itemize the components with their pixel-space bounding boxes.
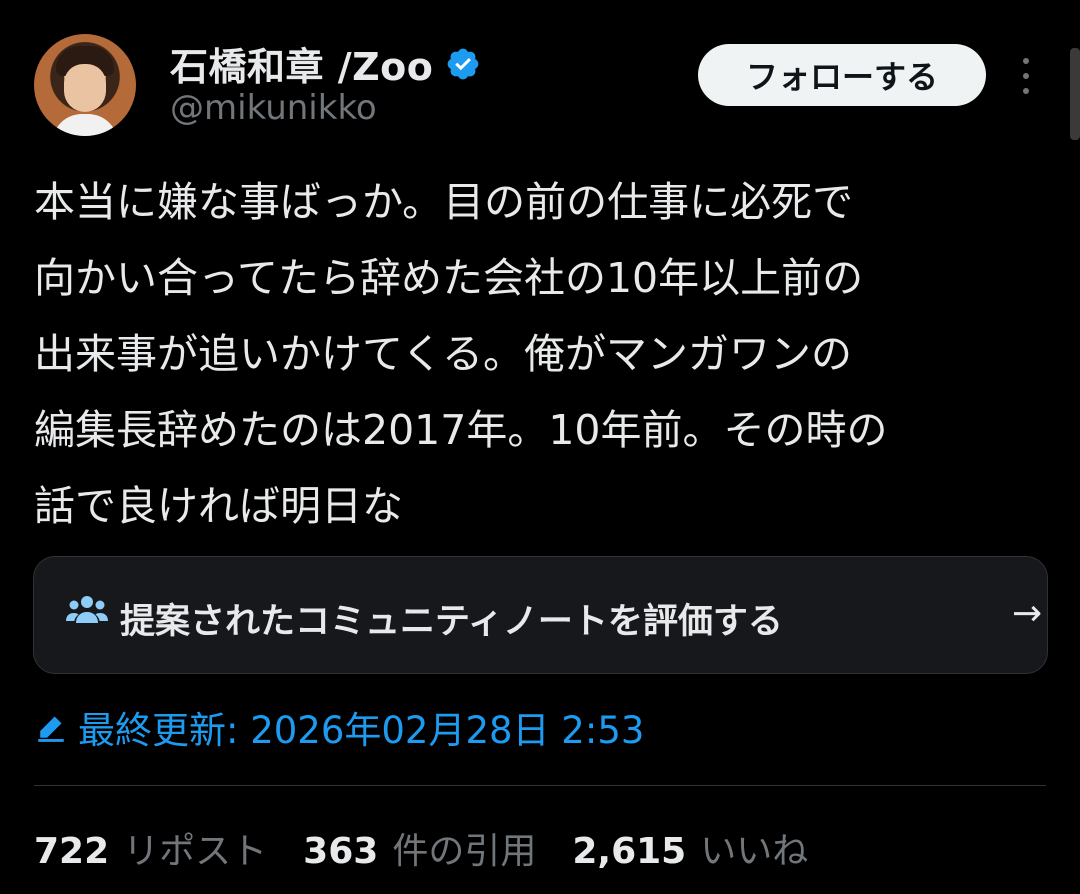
community-note-label: 提案されたコミュニティノートを評価する: [120, 602, 783, 642]
people-icon: [66, 596, 108, 623]
more-dot: [1023, 58, 1029, 64]
last-edited-row[interactable]: 最終更新: 2026年02月28日 2:53: [34, 700, 644, 754]
follow-button[interactable]: フォローする: [698, 44, 986, 106]
more-dot: [1023, 88, 1029, 94]
verified-badge-icon: [448, 48, 479, 79]
author-name-row: 石橋和章 /Zoo: [170, 36, 481, 91]
author-display-name[interactable]: 石橋和章 /Zoo: [170, 36, 433, 91]
community-note-card[interactable]: 提案されたコミュニティノートを評価する →: [33, 556, 1048, 674]
reposts-stat[interactable]: 722 リポスト: [34, 822, 267, 874]
quotes-label: 件の引用: [392, 831, 537, 872]
tweet-page: 石橋和章 /Zoo @mikunikko フォローする 本当に嫌な事ばっか。目の…: [0, 0, 1080, 894]
more-options-icon[interactable]: [1014, 54, 1038, 98]
last-edited-text: 最終更新: 2026年02月28日 2:53: [78, 709, 645, 752]
arrow-right-icon: →: [1012, 593, 1043, 634]
avatar-shirt: [52, 114, 118, 136]
quotes-stat[interactable]: 363 件の引用: [303, 822, 536, 874]
tweet-text: 本当に嫌な事ばっか。目の前の仕事に必死で 向かい合ってたら辞めた会社の10年以上…: [34, 178, 888, 530]
avatar-face: [64, 64, 106, 112]
likes-stat[interactable]: 2,615 いいね: [572, 822, 808, 874]
reposts-label: リポスト: [123, 831, 268, 872]
divider: [34, 785, 1046, 786]
quotes-count: 363: [303, 831, 379, 872]
author-avatar[interactable]: [34, 34, 136, 136]
engagement-stats: 722 リポスト 363 件の引用 2,615 いいね: [34, 822, 808, 874]
author-handle[interactable]: @mikunikko: [170, 88, 377, 128]
scrollbar-thumb[interactable]: [1070, 48, 1080, 140]
reposts-count: 722: [34, 831, 110, 872]
likes-count: 2,615: [572, 831, 687, 872]
more-dot: [1023, 73, 1029, 79]
pencil-icon: [38, 716, 64, 742]
likes-label: いいね: [700, 831, 809, 872]
